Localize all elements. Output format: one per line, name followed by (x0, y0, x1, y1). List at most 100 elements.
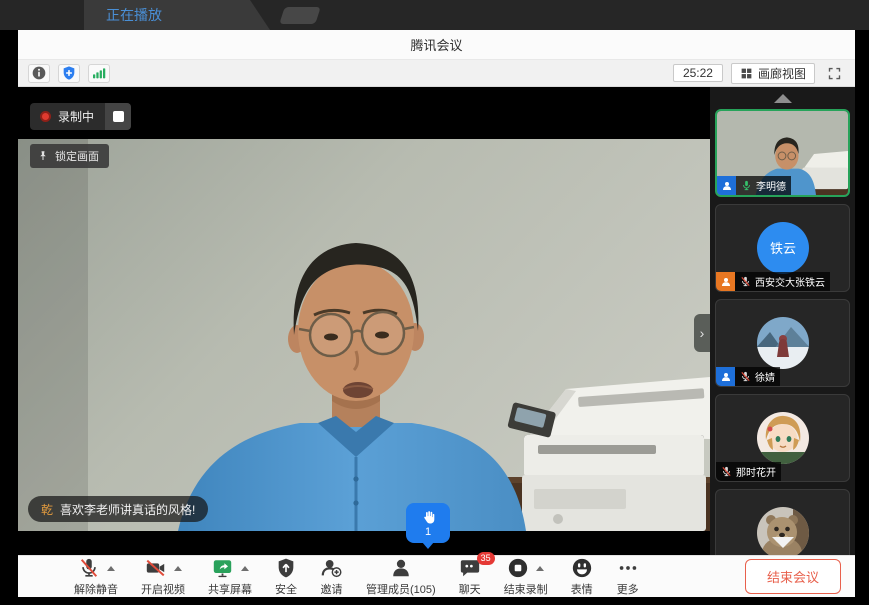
meeting-window: 腾讯会议 25:22 (18, 30, 855, 597)
emoji-smiley-icon (571, 557, 593, 579)
security-button[interactable]: 安全 (275, 557, 297, 597)
network-signal-icon (91, 65, 107, 81)
chat-unread-badge: 35 (477, 552, 495, 565)
invite-person-icon (320, 557, 343, 579)
avatar-anime (757, 412, 809, 464)
share-screen-icon (211, 557, 234, 579)
scroll-down-button[interactable] (772, 537, 794, 548)
shield-plus-icon (61, 65, 77, 81)
chat-sender: 乾 (41, 501, 53, 518)
raised-hand-count: 1 (425, 527, 431, 538)
raised-hand-indicator[interactable]: 1 (406, 503, 450, 543)
invite-label: 邀请 (321, 581, 343, 597)
window-title: 腾讯会议 (410, 35, 462, 54)
triangle-up-icon (774, 94, 792, 103)
participant-name: 那时花开 (736, 464, 776, 479)
end-recording-button[interactable]: 结束录制 (504, 557, 548, 597)
meeting-content: 录制中 锁定画面 乾 喜欢李老师讲真话的风格! (18, 87, 855, 555)
manage-members-button[interactable]: 管理成员(105) (366, 557, 436, 597)
participant-tile[interactable]: 徐婧 (715, 299, 850, 387)
participant-tile[interactable]: 铁云 (715, 204, 850, 292)
share-screen-button[interactable]: 共享屏幕 (208, 557, 252, 597)
end-meeting-button[interactable]: 结束会议 (745, 559, 841, 594)
stop-recording-button[interactable] (104, 103, 131, 130)
participant-tile[interactable]: 李明德 (715, 109, 850, 197)
chat-message-text: 喜欢李老师讲真话的风格! (60, 501, 195, 518)
stop-icon (113, 111, 124, 122)
start-video-button[interactable]: 开启视频 (141, 557, 185, 597)
participant-footer: 那时花开 (716, 462, 781, 481)
mic-muted-icon (740, 371, 751, 382)
playing-tab[interactable]: 正在播放 (84, 0, 270, 30)
unmute-button[interactable]: 解除静音 (74, 557, 118, 597)
participants-sidebar: 李明德 铁云 (710, 87, 855, 555)
share-options-arrow[interactable] (241, 566, 249, 571)
avatar-initials: 铁云 (757, 222, 809, 274)
participant-name-strip: 徐婧 (735, 367, 780, 386)
camera-off-icon (144, 557, 167, 579)
person-icon (721, 180, 733, 192)
more-label: 更多 (617, 581, 639, 597)
security-status-button[interactable] (58, 64, 80, 83)
participant-name: 西安交大张铁云 (755, 274, 825, 289)
participant-name: 李明德 (756, 178, 786, 193)
fullscreen-icon (827, 66, 842, 81)
main-video-stage: 录制中 锁定画面 乾 喜欢李老师讲真话的风格! (18, 87, 710, 555)
unmute-label: 解除静音 (74, 581, 118, 597)
role-badge-host (716, 367, 735, 386)
more-button[interactable]: 更多 (616, 557, 640, 597)
recording-indicator: 录制中 (30, 103, 131, 130)
camera-options-arrow[interactable] (174, 566, 182, 571)
invite-button[interactable]: 邀请 (320, 557, 343, 597)
pin-view-button[interactable]: 锁定画面 (30, 144, 109, 168)
speaker-video-frame (18, 139, 710, 531)
participant-name-strip: 那时花开 (716, 462, 781, 481)
gallery-view-label: 画廊视图 (758, 65, 806, 82)
participant-name-strip: 西安交大张铁云 (735, 272, 830, 291)
person-icon (720, 276, 732, 288)
participant-footer: 徐婧 (716, 367, 780, 386)
mic-muted-icon (721, 466, 732, 477)
taskbar-item[interactable] (279, 7, 321, 24)
meeting-info-button[interactable] (28, 64, 50, 83)
participant-name: 徐婧 (755, 369, 775, 384)
os-taskbar: 正在播放 (0, 0, 869, 30)
playing-tab-label: 正在播放 (106, 5, 162, 25)
end-recording-label: 结束录制 (504, 581, 548, 597)
participant-footer: 李明德 (717, 176, 791, 195)
manage-members-label: 管理成员(105) (366, 581, 436, 597)
mic-options-arrow[interactable] (107, 566, 115, 571)
members-icon (390, 557, 412, 579)
pin-view-label: 锁定画面 (55, 148, 99, 164)
emoji-button[interactable]: 表情 (571, 557, 593, 597)
recording-options-arrow[interactable] (536, 566, 544, 571)
fullscreen-button[interactable] (823, 63, 845, 83)
triangle-down-icon (772, 537, 794, 548)
meeting-timer: 25:22 (673, 64, 723, 82)
security-label: 安全 (275, 581, 297, 597)
more-dots-icon (616, 557, 640, 579)
start-video-label: 开启视频 (141, 581, 185, 597)
gallery-view-button[interactable]: 画廊视图 (731, 63, 815, 84)
window-title-bar: 腾讯会议 (18, 30, 855, 60)
scroll-up-button[interactable] (715, 87, 850, 109)
meeting-controls-bar: 解除静音 开启视频 (18, 555, 855, 597)
recording-status: 录制中 (30, 108, 104, 125)
avatar-photo (757, 317, 809, 369)
stop-recording-icon (507, 557, 529, 579)
info-icon (31, 65, 47, 81)
network-quality-button[interactable] (88, 64, 110, 83)
participant-tile[interactable]: 那时花开 (715, 394, 850, 482)
grid-layout-icon (740, 67, 753, 80)
role-badge-host (717, 176, 736, 195)
emoji-label: 表情 (571, 581, 593, 597)
sidebar-collapse-handle[interactable]: › (694, 314, 710, 352)
person-icon (720, 371, 732, 383)
mic-muted-icon (78, 557, 100, 579)
chat-button[interactable]: 35 聊天 (459, 557, 481, 597)
role-badge-cohost (716, 272, 735, 291)
avatar-initials-text: 铁云 (769, 241, 795, 256)
raised-hand-icon (420, 509, 437, 526)
speaker-video (18, 139, 710, 531)
recording-dot-icon (40, 111, 51, 122)
